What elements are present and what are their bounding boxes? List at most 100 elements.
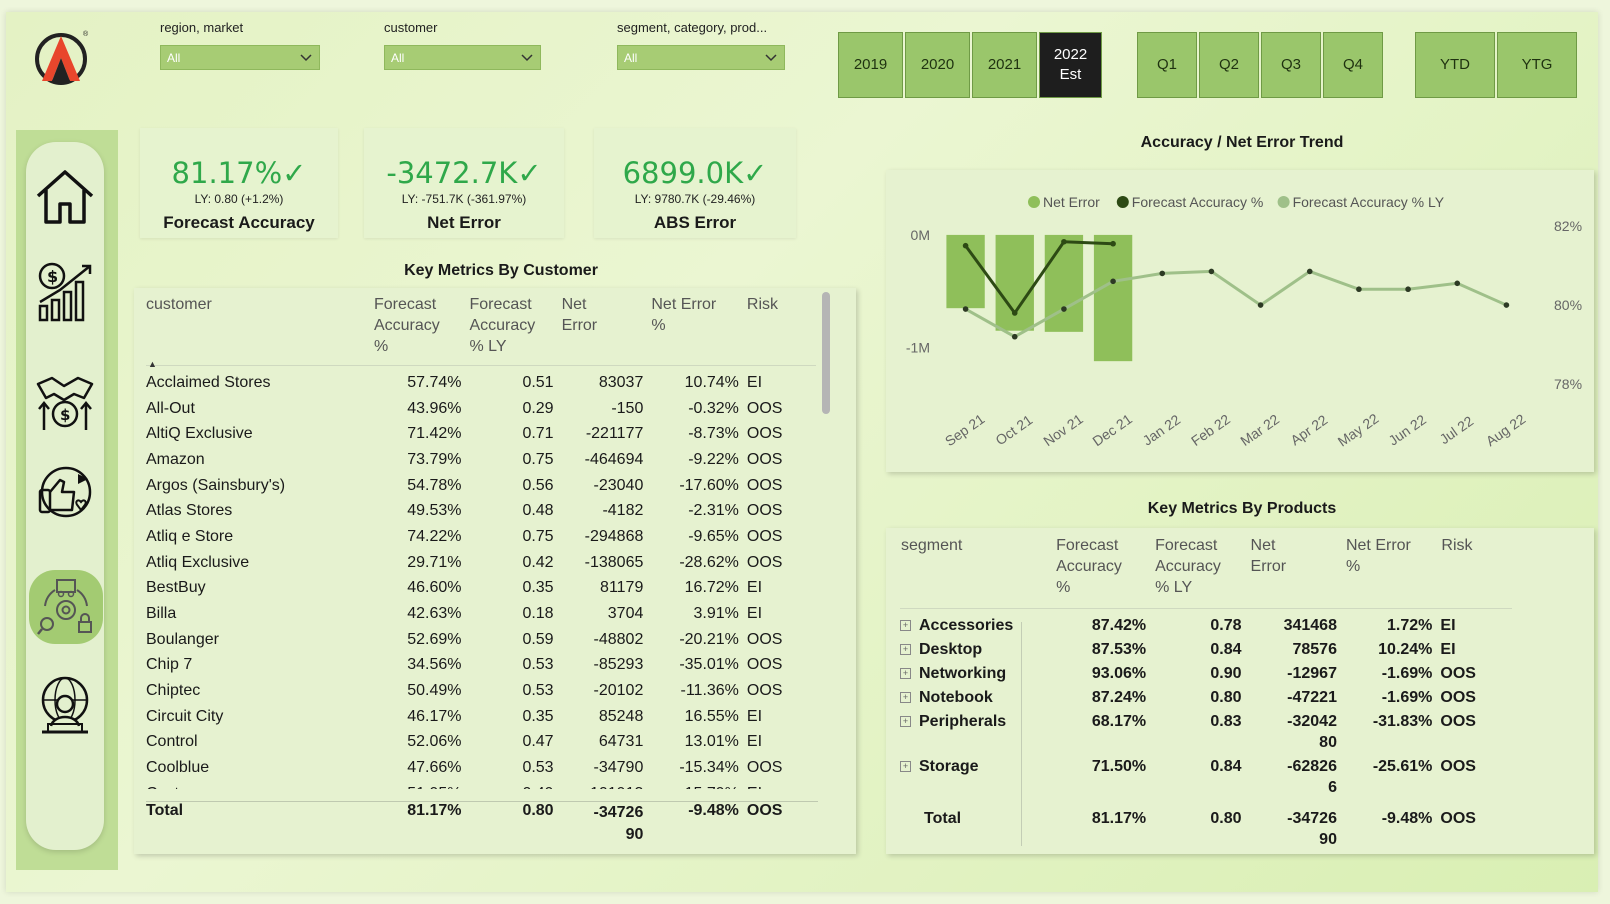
kpi-abs-error: 6899.0K✓ LY: 9780.7K (-29.46%) ABS Error [594,128,796,238]
column-header-forecast-accuracy-ly[interactable]: Forecast Accuracy % LY [1154,534,1250,609]
marketing-icon[interactable] [34,462,96,524]
table-row[interactable]: Control 52.06% 0.47 64731 13.01% EI [146,730,816,756]
year-button-2021[interactable]: 2021 [972,32,1037,98]
cell-risk: OOS [746,502,783,520]
column-header-segment[interactable]: segment [900,534,1056,609]
cell-forecast-accuracy-ly: 0.49 [469,781,561,789]
table-row[interactable]: Chiptec 50.49% 0.53 -20102 -11.36% OOS [146,678,816,704]
cell-forecast-accuracy: 42.63% [407,605,462,623]
table-row[interactable]: Argos (Sainsbury's) 54.78% 0.56 -23040 -17.6… [146,473,816,499]
table-row[interactable]: BestBuy 46.60% 0.35 81179 16.72% EI [146,576,816,602]
cell-forecast-accuracy: 87.42% [1091,617,1147,634]
table-row[interactable]: Atliq Exclusive 29.71% 0.42 -138065 -28.62% O… [146,550,816,576]
table-row[interactable]: + Accessories 87.42% 0.78 341468 1.72% EI [900,609,1512,637]
cell-risk: OOS [1440,689,1476,706]
finance-growth-icon[interactable]: $ [34,260,96,322]
column-header-risk[interactable]: Risk [1440,534,1512,609]
table-row[interactable]: All-Out 43.96% 0.29 -150 -0.32% OOS [146,396,816,422]
year-button-2019[interactable]: 2019 [838,32,903,98]
total-label: Total [146,802,184,819]
home-icon[interactable] [34,166,96,228]
supply-chain-icon[interactable] [29,570,103,644]
column-header-customer[interactable]: customer ▲ [146,294,374,369]
x-axis-tick-label: May 22 [1335,410,1382,450]
quarter-button-q3[interactable]: Q3 [1261,32,1321,98]
cell-forecast-accuracy: 51.95% [374,781,470,789]
column-header-net-error[interactable]: Net Error [1249,534,1345,609]
column-header-net-error-pct[interactable]: Net Error % [1344,534,1441,609]
cell-risk: OOS [746,656,783,674]
customer-filter-dropdown[interactable]: All [384,45,541,70]
column-header-risk[interactable]: Risk [747,294,816,366]
total-forecast-accuracy: 81.17% [1091,810,1147,827]
table-row[interactable]: Boulanger 52.69% 0.59 -48802 -20.21% OOS [146,627,816,653]
cell-risk: OOS [746,682,783,700]
total-forecast-accuracy-ly: 0.80 [1210,810,1242,827]
quarter-button-q1[interactable]: Q1 [1137,32,1197,98]
cell-customer-name: Coolblue [146,759,210,777]
customer-table-body[interactable]: customer ▲ Forecast Accuracy % Forecast A… [146,294,818,789]
table-row[interactable]: Atliq e Store 74.22% 0.75 -294868 -9.65% OOS [146,524,816,550]
expand-icon[interactable]: + [900,692,911,703]
cell-risk: OOS [746,399,783,417]
cell-forecast-accuracy-ly: 0.53 [522,682,554,700]
year-button-2022-est[interactable]: 2022 Est [1039,32,1102,98]
table-row[interactable]: AltiQ Exclusive 71.42% 0.71 -221177 -8.73% OO… [146,421,816,447]
table-row[interactable]: Costco51.95%0.4910191315.79%EI [146,781,816,789]
table-row[interactable]: Amazon 73.79% 0.75 -464694 -9.22% OOS [146,447,816,473]
cell-risk: EI [747,781,816,789]
sales-handshake-icon[interactable]: $ [34,370,96,432]
expand-icon[interactable]: + [900,644,911,655]
column-header-net-error[interactable]: Net Error [562,294,652,366]
table-row[interactable]: + Networking 93.06% 0.90 -12967 -1.69% OOS [900,660,1512,684]
segment-filter-dropdown[interactable]: All [617,45,785,70]
table-row[interactable]: Coolblue 47.66% 0.53 -34790 -15.34% OOS [146,755,816,781]
y-axis-left-tick-label: 0M [911,227,930,243]
expand-icon[interactable]: + [900,668,911,679]
table-row[interactable]: Atlas Stores 49.53% 0.48 -4182 -2.31% OOS [146,498,816,524]
table-row[interactable]: + Peripherals 68.17% 0.83 -32042 80 -31.83% OO… [900,708,1512,753]
cell-forecast-accuracy-ly: 0.59 [522,630,554,648]
cell-customer-name: Argos (Sainsbury's) [146,476,286,494]
ytg-button[interactable]: YTG [1497,32,1577,98]
customer-table-scrollbar[interactable] [822,292,830,414]
region-filter-dropdown[interactable]: All [160,45,320,70]
y-axis-left-tick-label: -1M [906,340,930,356]
quarter-button-q4[interactable]: Q4 [1323,32,1383,98]
legend-marker [1277,196,1290,208]
expand-icon[interactable]: + [900,620,911,631]
kpi-forecast-accuracy-value: 81.17%✓ [171,156,307,190]
column-header-net-error-pct[interactable]: Net Error % [651,294,747,366]
data-point [1454,280,1461,287]
ytd-button[interactable]: YTD [1415,32,1495,98]
expand-icon[interactable]: + [900,761,911,772]
table-row[interactable]: Circuit City 46.17% 0.35 85248 16.55% EI [146,704,816,730]
cell-forecast-accuracy: 29.71% [407,553,462,571]
expand-icon[interactable]: + [900,716,911,727]
table-row[interactable]: Billa 42.63% 0.18 3704 3.91% EI [146,601,816,627]
x-axis-tick-label: Jan 22 [1140,411,1184,448]
cell-net-error: 85248 [598,707,644,725]
segment-label: Desktop [919,641,983,658]
cell-net-error: 78576 [1292,641,1337,658]
kpi-abs-error-label: ABS Error [653,213,737,232]
table-row[interactable]: + Notebook 87.24% 0.80 -47221 -1.69% OOS [900,684,1512,708]
svg-text:$: $ [47,267,58,286]
legend-label: Forecast Accuracy % [1132,194,1264,210]
column-header-forecast-accuracy[interactable]: Forecast Accuracy % [374,294,470,366]
column-header-forecast-accuracy-ly[interactable]: Forecast Accuracy % LY [469,294,561,366]
support-icon[interactable] [34,674,96,736]
column-header-forecast-accuracy[interactable]: Forecast Accuracy % [1055,534,1155,609]
cell-customer-name: Atliq Exclusive [146,553,250,571]
cell-forecast-accuracy-ly: 0.53 [522,656,554,674]
quarter-button-q2[interactable]: Q2 [1199,32,1259,98]
table-row[interactable]: Chip 7 34.56% 0.53 -85293 -35.01% OOS [146,653,816,679]
cell-risk: OOS [746,527,783,545]
year-button-2020[interactable]: 2020 [905,32,970,98]
data-point [1208,268,1215,275]
table-row[interactable]: + Storage 71.50% 0.84 -62826 6 -25.61% OOS [900,753,1512,798]
table-row[interactable]: Acclaimed Stores 57.74% 0.51 83037 10.74% EI [146,366,816,396]
cell-forecast-accuracy-ly: 0.83 [1210,713,1242,730]
table-row[interactable]: + Desktop 87.53% 0.84 78576 10.24% EI [900,636,1512,660]
total-net-error-pct: -9.48% [1381,810,1433,827]
